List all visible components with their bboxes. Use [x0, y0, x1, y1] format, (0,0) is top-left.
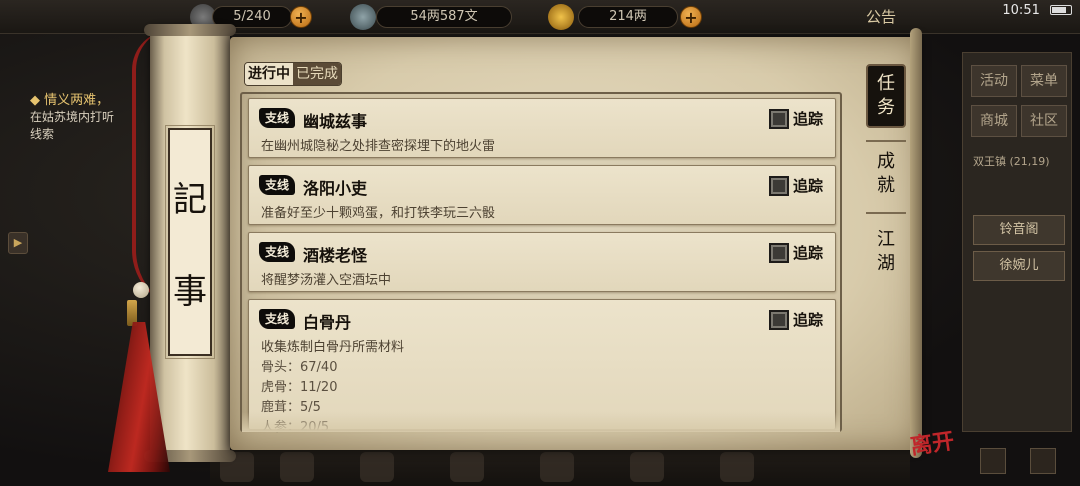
silver-icon [350, 4, 376, 30]
quest-type-tag: 支线 [259, 309, 295, 329]
track-checkbox[interactable] [768, 108, 789, 129]
quest-title: 洛阳小吏 [303, 179, 368, 198]
list-fade [242, 412, 840, 432]
silver-counter: 54两587文 [376, 6, 512, 28]
track-checkbox[interactable] [768, 175, 789, 196]
clock: 10:51 [1002, 3, 1040, 18]
track-checkbox[interactable] [768, 309, 789, 330]
track-toggle[interactable]: 追踪 [768, 175, 823, 196]
quest-card[interactable]: 支线 洛阳小吏 准备好至少十颗鸡蛋，和打铁李玩三六骰 追踪 [248, 165, 836, 225]
tab-char: 成 [877, 151, 895, 172]
expand-arrow-icon[interactable]: ▶ [8, 232, 28, 254]
tab-char: 任 [877, 73, 895, 94]
journal-title-label: 記 事 [165, 125, 215, 359]
quest-requirement: 虎骨：11/20 [261, 380, 338, 395]
npc-button[interactable]: 铃音阁 [973, 215, 1065, 245]
tab-achievements[interactable]: 成 就 [866, 150, 906, 198]
track-checkbox[interactable] [768, 242, 789, 263]
location-readout: 双王镇 (21,19) [973, 153, 1065, 169]
small-square-button[interactable] [1030, 448, 1056, 474]
battery-icon [1050, 5, 1072, 15]
community-button[interactable]: 社区 [1021, 105, 1067, 137]
right-side-panel: 活动 菜单 商城 社区 双王镇 (21,19) 铃音阁 徐婉儿 [962, 52, 1072, 432]
announcement-button[interactable]: 公告 [866, 6, 896, 27]
quest-title: 幽城兹事 [303, 112, 368, 131]
track-label: 追踪 [792, 311, 823, 329]
quest-description: 准备好至少十颗鸡蛋，和打铁李玩三六骰 [261, 206, 496, 221]
tab-world[interactable]: 江 湖 [866, 228, 906, 276]
quest-type-tag: 支线 [259, 108, 295, 128]
quest-type-tag: 支线 [259, 242, 295, 262]
tab-char: 江 [877, 229, 895, 250]
track-label: 追踪 [792, 177, 823, 195]
tab-tasks[interactable]: 任 务 [866, 64, 906, 128]
journal-icon[interactable] [630, 452, 664, 482]
activity-button[interactable]: 活动 [971, 65, 1017, 97]
tab-char: 湖 [877, 253, 895, 274]
filter-completed[interactable]: 已完成 [293, 63, 341, 85]
quest-card[interactable]: 支线 幽城兹事 在幽州城隐秘之处排查密探埋下的地火雷 追踪 [248, 98, 836, 158]
title-char: 事 [173, 271, 207, 312]
shop-button[interactable]: 商城 [971, 105, 1017, 137]
quest-description: 在幽州城隐秘之处排查密探埋下的地火雷 [261, 139, 496, 154]
add-stamina-button[interactable]: + [290, 6, 312, 28]
gold-counter: 214两 [578, 6, 678, 28]
track-label: 追踪 [792, 244, 823, 262]
parchment-edge [910, 28, 922, 458]
quest-description: 将醒梦汤灌入空酒坛中 [261, 273, 392, 288]
quest-title: 酒楼老怪 [303, 246, 368, 265]
track-toggle[interactable]: 追踪 [768, 309, 823, 330]
gold-icon [548, 4, 574, 30]
treasure-icon[interactable] [540, 452, 574, 482]
tab-char: 就 [877, 175, 895, 196]
bottom-menu-bar [210, 446, 910, 486]
npc-button[interactable]: 徐婉儿 [973, 251, 1065, 281]
title-char: 記 [173, 179, 207, 220]
track-label: 追踪 [792, 110, 823, 128]
small-square-button[interactable] [980, 448, 1006, 474]
map-icon[interactable] [720, 452, 754, 482]
quest-description: 收集炼制白骨丹所需材料 [261, 340, 405, 355]
close-logo-button[interactable]: 离开 [908, 423, 956, 461]
track-toggle[interactable]: 追踪 [768, 108, 823, 129]
bag-icon[interactable] [280, 452, 314, 482]
filter-in-progress[interactable]: 进行中 [245, 63, 293, 85]
tab-divider [866, 212, 906, 214]
quest-card[interactable]: 支线 酒楼老怪 将醒梦汤灌入空酒坛中 追踪 [248, 232, 836, 292]
system-status-bar: 10:51 [968, 0, 1080, 20]
quest-status-toggle: 进行中 已完成 [244, 62, 342, 86]
quest-title: 白骨丹 [303, 313, 352, 332]
location-name: 双王镇 [973, 155, 1006, 168]
taiji-icon[interactable] [450, 452, 484, 482]
track-toggle[interactable]: 追踪 [768, 242, 823, 263]
tab-char: 务 [877, 97, 895, 118]
location-coords: (21,19) [1009, 155, 1050, 168]
quest-requirement: 骨头：67/40 [261, 360, 338, 375]
tab-divider [866, 140, 906, 142]
quest-type-tag: 支线 [259, 175, 295, 195]
quest-card[interactable]: 支线 白骨丹 收集炼制白骨丹所需材料 骨头：67/40 虎骨：11/20 鹿茸：… [248, 299, 836, 435]
tassel-bead [133, 282, 149, 298]
add-gold-button[interactable]: + [680, 6, 702, 28]
menu-button[interactable]: 菜单 [1021, 65, 1067, 97]
skill-book-icon[interactable] [360, 452, 394, 482]
